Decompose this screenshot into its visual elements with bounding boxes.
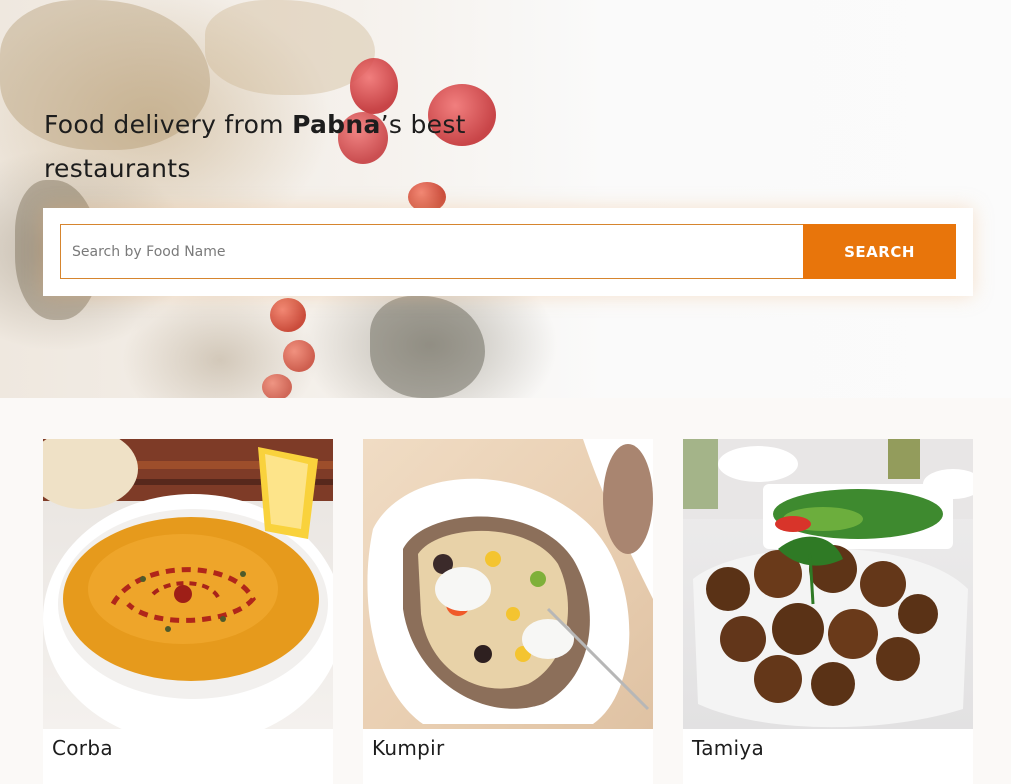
tomato-decoration bbox=[262, 374, 292, 398]
tomato-decoration bbox=[270, 298, 306, 332]
tamiya-illustration bbox=[683, 439, 973, 728]
food-name: Corba bbox=[52, 736, 113, 760]
page-title: Food delivery from Pabna’s best restaura… bbox=[44, 103, 514, 191]
hero-banner: Food delivery from Pabna’s best restaura… bbox=[0, 0, 1011, 398]
food-grid: Corba Kumpir Tamiya bbox=[43, 439, 973, 784]
search-button[interactable]: SEARCH bbox=[803, 224, 956, 279]
corba-soup-illustration bbox=[43, 439, 333, 729]
food-image-kumpir bbox=[363, 439, 653, 729]
food-card-kumpir[interactable]: Kumpir bbox=[363, 439, 653, 784]
food-name: Tamiya bbox=[692, 736, 765, 760]
food-card-tamiya[interactable]: Tamiya bbox=[683, 439, 973, 784]
tomato-decoration bbox=[283, 340, 315, 372]
title-city: Pabna bbox=[292, 110, 381, 139]
food-card-corba[interactable]: Corba bbox=[43, 439, 333, 784]
herb-decoration bbox=[370, 296, 485, 398]
search-panel: SEARCH bbox=[43, 208, 973, 296]
food-image-corba bbox=[43, 439, 333, 729]
food-image-tamiya bbox=[683, 439, 973, 729]
kumpir-illustration bbox=[367, 439, 653, 724]
title-prefix: Food delivery from bbox=[44, 110, 293, 139]
food-name: Kumpir bbox=[372, 736, 445, 760]
search-input[interactable] bbox=[60, 224, 803, 279]
